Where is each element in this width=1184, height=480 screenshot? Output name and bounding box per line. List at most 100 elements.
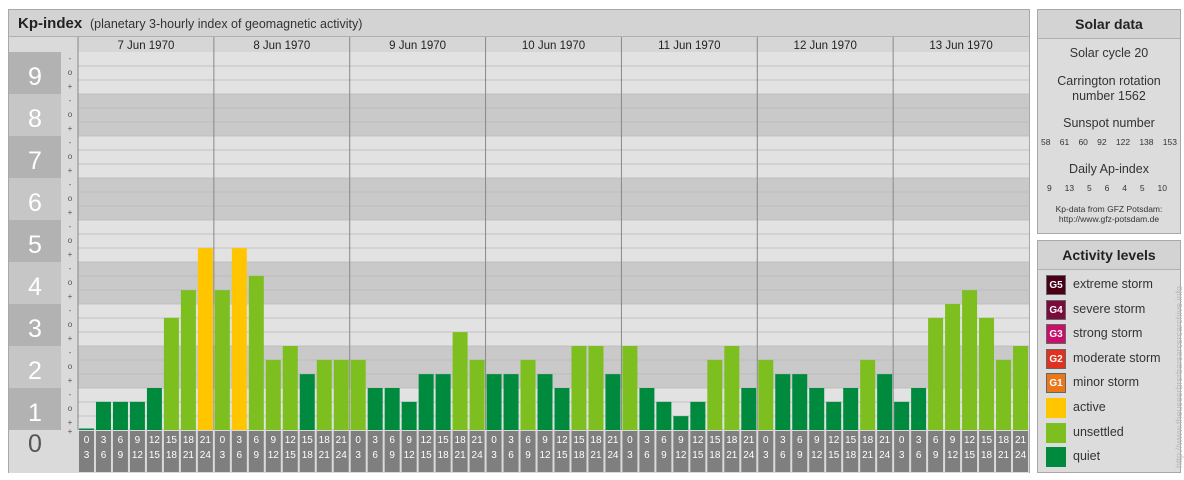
hour-start-label: 9 (406, 435, 412, 446)
hour-start-label: 0 (763, 435, 769, 446)
hour-start-label: 12 (964, 435, 976, 446)
y-minor-label: + (68, 292, 73, 301)
hour-end-label: 3 (899, 450, 905, 461)
kp-bar (826, 401, 842, 430)
hour-start-label: 3 (101, 435, 107, 446)
legend-swatch: G1 (1046, 373, 1066, 394)
kp-bar (639, 388, 655, 430)
legend-label: minor storm (1073, 375, 1139, 390)
kp-bar (129, 401, 145, 430)
kp-bar (520, 359, 536, 430)
hour-end-label: 9 (525, 450, 531, 461)
source-line-1: Kp-data from GFZ Potsdam: (1055, 204, 1163, 214)
hour-start-label: 0 (899, 435, 905, 446)
y-minor-label: + (68, 124, 73, 133)
kp-bar (214, 290, 230, 430)
y-minor-label: o (68, 110, 73, 119)
solar-data-title: Solar data (1038, 10, 1180, 39)
hour-start-label: 21 (200, 435, 212, 446)
kp-bar (860, 359, 876, 430)
source-line-2: http://www.gfz-potsdam.de (1058, 214, 1160, 224)
y-band (78, 136, 1029, 178)
hour-end-label: 15 (421, 450, 433, 461)
y-minor-label: + (68, 208, 73, 217)
legend-swatch (1046, 447, 1066, 468)
hour-end-label: 9 (389, 450, 395, 461)
legend-swatch (1046, 422, 1066, 443)
legend-swatch (1046, 398, 1066, 418)
sunspot-value: 58 (1041, 137, 1051, 147)
hour-start-label: 15 (709, 435, 721, 446)
y-minor-label: + (68, 82, 73, 91)
hour-end-label: 3 (627, 450, 633, 461)
y-minor-label: - (69, 180, 72, 189)
y-minor-label: o (68, 194, 73, 203)
hour-start-label: 3 (780, 435, 786, 446)
hour-start-label: 18 (862, 435, 874, 446)
y-minor-label: - (69, 306, 72, 315)
hour-start-label: 3 (916, 435, 922, 446)
hour-start-label: 18 (998, 435, 1010, 446)
kp-bar (571, 346, 587, 430)
kp-bar (1013, 346, 1028, 430)
kp-bar (401, 401, 417, 430)
day-label: 10 Jun 1970 (522, 40, 585, 52)
kp-bar (894, 401, 910, 430)
solar-data-panel: Solar data Solar cycle 20 Carrington rot… (1037, 9, 1181, 234)
y-tick-label: 4 (28, 273, 42, 301)
day-label: 9 Jun 1970 (389, 40, 446, 52)
hour-end-label: 18 (302, 450, 314, 461)
hour-start-label: 3 (508, 435, 514, 446)
sunspot-label: Sunspot number (1063, 116, 1155, 130)
kp-bar (316, 359, 332, 430)
hour-end-label: 12 (268, 450, 280, 461)
hour-end-label: 15 (149, 450, 161, 461)
legend-label: unsettled (1073, 424, 1124, 439)
hour-end-label: 12 (539, 450, 551, 461)
sunspot-value: 138 (1139, 137, 1154, 147)
ap-index-label: Daily Ap-index (1069, 162, 1149, 176)
kp-bar (928, 317, 944, 430)
sunspot-numbers: 58 61 60 92 122 138 153 (1041, 137, 1177, 147)
ap-index-values: 9 13 5 6 4 5 10 (1047, 183, 1167, 193)
y-minor-label: - (69, 222, 72, 231)
kp-bar (248, 275, 264, 430)
y-minor-label: - (69, 264, 72, 273)
hour-end-label: 6 (372, 450, 378, 461)
hour-end-label: 12 (675, 450, 687, 461)
hour-start-label: 9 (814, 435, 820, 446)
hour-end-label: 21 (183, 450, 195, 461)
hour-start-label: 21 (879, 435, 891, 446)
hour-end-label: 15 (964, 450, 976, 461)
kp-bar (945, 304, 961, 430)
kp-index-panel: Kp-index (planetary 3-hourly index of ge… (8, 9, 1030, 473)
hour-start-label: 15 (438, 435, 450, 446)
hour-start-label: 18 (183, 435, 195, 446)
activity-levels-title: Activity levels (1038, 241, 1180, 270)
hour-end-label: 3 (220, 450, 226, 461)
hour-end-label: 6 (237, 450, 243, 461)
hour-end-label: 21 (455, 450, 467, 461)
hour-end-label: 24 (743, 450, 755, 461)
y-minor-label: o (68, 278, 73, 287)
hour-end-label: 12 (404, 450, 416, 461)
watermark: http://www.theusesrbrsrbarsarcsrcarchive… (1174, 286, 1184, 468)
kp-bar (996, 359, 1012, 430)
hour-end-label: 3 (355, 450, 361, 461)
kp-bar (690, 401, 706, 430)
day-label: 8 Jun 1970 (253, 40, 310, 52)
kp-bar (775, 374, 791, 430)
hour-end-label: 24 (607, 450, 619, 461)
legend-label: strong storm (1073, 326, 1143, 341)
y-tick-label: 1 (28, 399, 42, 427)
hour-end-label: 9 (797, 450, 803, 461)
hour-end-label: 21 (590, 450, 602, 461)
hour-end-label: 24 (879, 450, 891, 461)
hour-start-label: 12 (828, 435, 840, 446)
y-minor-label: o (68, 236, 73, 245)
hour-start-label: 9 (678, 435, 684, 446)
legend-swatch: G2 (1046, 348, 1066, 369)
ap-value: 5 (1086, 183, 1092, 193)
hour-start-label: 6 (389, 435, 395, 446)
kp-bar (163, 317, 179, 430)
